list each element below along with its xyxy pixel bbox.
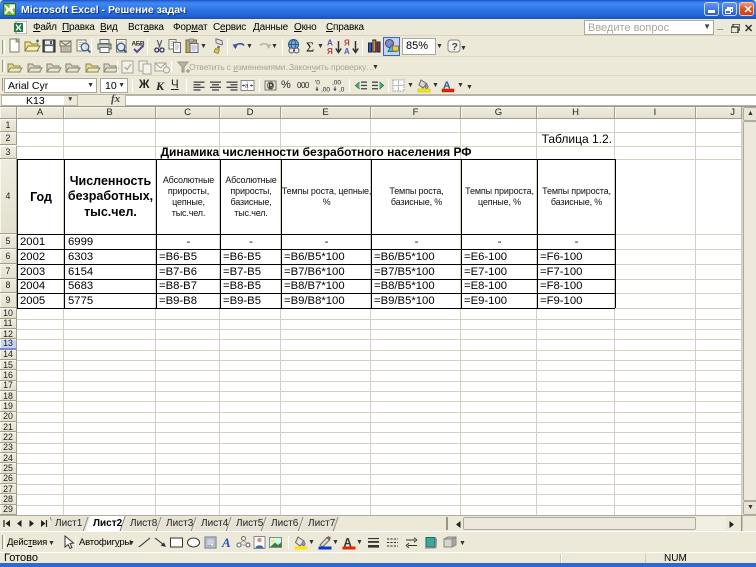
svg-text:A: A (221, 535, 231, 550)
